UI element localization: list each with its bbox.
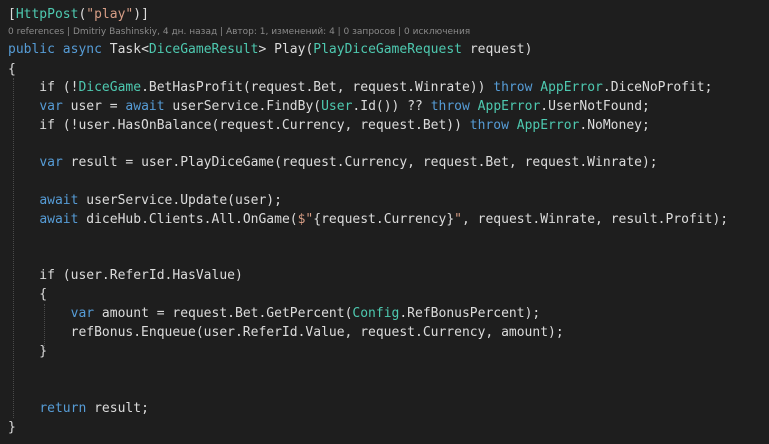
code-line[interactable]: refBonus.Enqueue(user.ReferId.Value, req… [8, 323, 564, 342]
code-token: var [39, 99, 63, 114]
code-token: result = user.PlayDiceGame(request.Curre… [62, 155, 658, 170]
code-token: userService.FindBy( [164, 99, 322, 114]
code-token: throw [430, 99, 470, 114]
code-line[interactable]: return result; [8, 399, 149, 418]
code-token: HttpPost [15, 7, 79, 22]
code-line[interactable]: await diceHub.Clients.All.OnGame($"{requ… [8, 210, 728, 229]
code-token: .UserNotFound; [540, 99, 650, 114]
code-token: async [62, 42, 102, 57]
code-line[interactable]: public async Task<DiceGameResult> Play(P… [8, 40, 532, 59]
code-token: } [8, 420, 16, 435]
code-token: Task< [101, 42, 149, 57]
code-token: throw [493, 80, 533, 95]
code-token: .NoMoney; [579, 118, 650, 133]
code-token: .Id()) ?? [352, 99, 431, 114]
code-token: amount = request.Bet.GetPercent( [94, 306, 353, 321]
code-token: if (user.ReferId.HasValue) [8, 268, 243, 283]
code-token: if (!user.HasOnBalance(request.Currency,… [8, 118, 470, 133]
code-token: await [39, 212, 79, 227]
code-token: diceHub.Clients.All.OnGame( [78, 212, 298, 227]
code-token: { [8, 62, 16, 77]
code-token: [ [8, 7, 16, 22]
code-line[interactable]: var amount = request.Bet.GetPercent(Conf… [8, 304, 541, 323]
code-token: > Play( [258, 42, 314, 57]
code-line[interactable]: await userService.Update(user); [8, 191, 282, 210]
code-token: AppError [516, 118, 580, 133]
code-token: DiceGameResult [148, 42, 259, 57]
code-token: return [39, 401, 87, 416]
code-line[interactable]: if (user.ReferId.HasValue) [8, 266, 243, 285]
code-token: { [8, 287, 48, 302]
code-token: " [454, 212, 462, 227]
code-token: request) [462, 42, 533, 57]
code-token: refBonus.Enqueue(user.ReferId.Value, req… [8, 325, 564, 340]
code-token: Config [352, 306, 400, 321]
code-token: User [321, 99, 353, 114]
code-token: var [70, 306, 95, 321]
code-token: } [8, 344, 48, 359]
code-token: DiceGame [78, 80, 142, 95]
code-line[interactable]: { [8, 285, 47, 304]
code-editor[interactable]: 0 references | Dmitriy Bashinskiy, 4 дн.… [0, 0, 769, 444]
code-token: await [39, 193, 79, 208]
code-token: await [125, 99, 165, 114]
code-token: throw [469, 118, 509, 133]
code-token: public [8, 42, 55, 57]
code-line[interactable]: var user = await userService.FindBy(User… [8, 97, 650, 116]
code-token: {request.Currency} [313, 212, 455, 227]
code-token: result; [86, 401, 149, 416]
code-line[interactable]: } [8, 342, 47, 361]
code-token: userService.Update(user); [78, 193, 282, 208]
code-line[interactable]: if (!DiceGame.BetHasProfit(request.Bet, … [8, 78, 712, 97]
code-token: .BetHasProfit(request.Bet, request.Winra… [141, 80, 494, 95]
code-line[interactable]: [HttpPost("play")] [8, 5, 149, 24]
code-lens[interactable]: 0 references | Dmitriy Bashinskiy, 4 дн.… [8, 26, 470, 38]
code-line[interactable]: if (!user.HasOnBalance(request.Currency,… [8, 116, 650, 135]
code-token: "play" [86, 7, 134, 22]
code-token: .RefBonusPercent); [399, 306, 541, 321]
code-token: $" [297, 212, 314, 227]
code-line[interactable]: { [8, 60, 16, 79]
code-token: user = [62, 99, 126, 114]
code-token: .DiceNoProfit; [602, 80, 713, 95]
code-token: AppError [477, 99, 541, 114]
code-line[interactable]: var result = user.PlayDiceGame(request.C… [8, 153, 658, 172]
code-token: , request.Winrate, result.Profit); [461, 212, 729, 227]
code-token: )] [133, 7, 149, 22]
code-token: if (! [8, 80, 79, 95]
code-token: var [39, 155, 63, 170]
code-line[interactable]: } [8, 418, 16, 437]
code-token: PlayDiceGameRequest [313, 42, 462, 57]
code-token: AppError [540, 80, 603, 95]
